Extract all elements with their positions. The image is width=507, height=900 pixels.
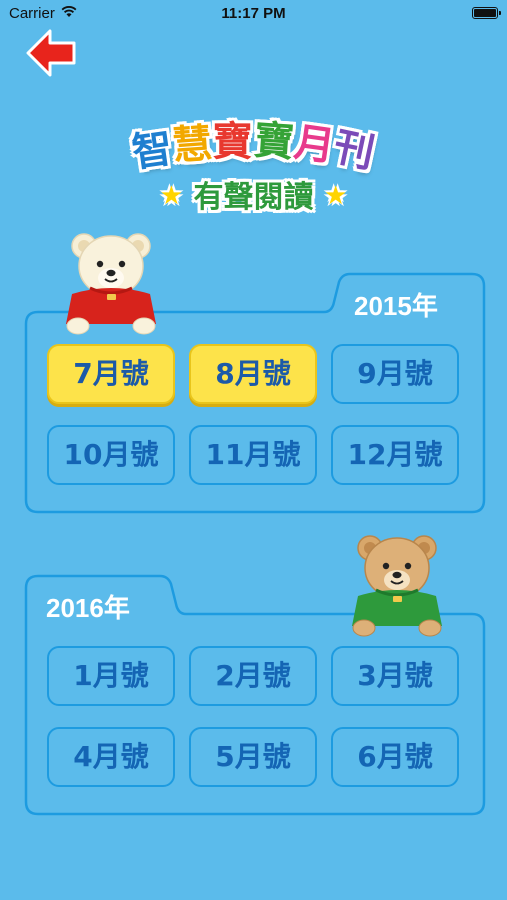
issue-button-2016-06[interactable]: 6月號 (331, 727, 459, 787)
issue-button-2016-05[interactable]: 5月號 (189, 727, 317, 787)
bear-red-sweater (62, 228, 160, 342)
star-icon: ★ (159, 181, 184, 211)
star-icon: ★ (323, 181, 348, 211)
issue-button-2016-04[interactable]: 4月號 (47, 727, 175, 787)
title-char: 智 (128, 125, 176, 177)
issue-button-2015-10[interactable]: 10月號 (47, 425, 175, 485)
issue-button-2015-12[interactable]: 12月號 (331, 425, 459, 485)
issue-button-2016-02[interactable]: 2月號 (189, 646, 317, 706)
issue-button-2016-03[interactable]: 3月號 (331, 646, 459, 706)
title-char: 寶 (212, 119, 254, 165)
back-arrow-icon (26, 29, 76, 77)
issue-button-2015-09[interactable]: 9月號 (331, 344, 459, 404)
battery-icon (472, 7, 501, 19)
status-bar: Carrier 11:17 PM (0, 0, 507, 28)
bear-green-sweater (348, 530, 446, 644)
app-subtitle: ★ 有聲閱讀 ★ (0, 172, 507, 216)
subtitle-text: 有聲閱讀 (193, 180, 314, 215)
title-char: 慧 (170, 120, 215, 170)
year-label: 2015年 (354, 291, 438, 321)
issue-button-2015-11[interactable]: 11月號 (189, 425, 317, 485)
clock: 11:17 PM (221, 5, 286, 22)
issue-button-2016-01[interactable]: 1月號 (47, 646, 175, 706)
back-button[interactable] (26, 28, 78, 78)
app-title: 智慧寶寶月刊 (0, 112, 507, 178)
year-label: 2016年 (46, 593, 130, 623)
title-char: 寶 (251, 117, 296, 167)
issue-button-2015-08[interactable]: 8月號 (189, 344, 317, 404)
issue-button-2015-07[interactable]: 7月號 (47, 344, 175, 404)
